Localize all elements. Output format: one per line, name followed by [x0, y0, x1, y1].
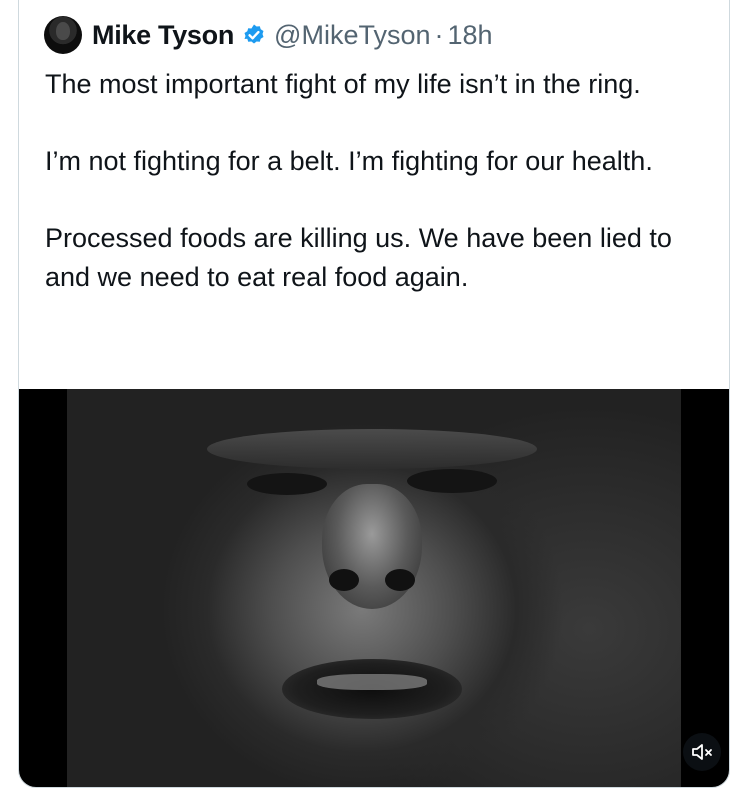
author-handle[interactable]: @MikeTyson: [274, 20, 430, 51]
face-eye-left: [247, 473, 327, 495]
face-nostril-left: [329, 569, 359, 591]
verified-badge-icon: [244, 24, 264, 44]
face-brow: [207, 429, 537, 469]
avatar[interactable]: [44, 16, 82, 54]
tweet-paragraph: I’m not fighting for a belt. I’m fightin…: [45, 146, 653, 176]
tweet-paragraph: Processed foods are killing us. We have …: [45, 223, 672, 292]
tweet-text: The most important fight of my life isn’…: [45, 65, 715, 335]
tweet-header: Mike Tyson @MikeTyson · 18h: [44, 13, 493, 57]
unmute-button[interactable]: [683, 733, 721, 771]
face-eye-right: [407, 469, 497, 493]
video-frame[interactable]: [67, 389, 681, 787]
tweet-card[interactable]: Mike Tyson @MikeTyson · 18h The most imp…: [18, 0, 730, 788]
video-player[interactable]: [19, 389, 729, 787]
post-time[interactable]: 18h: [448, 20, 493, 51]
display-name[interactable]: Mike Tyson: [92, 20, 234, 51]
separator-dot: ·: [434, 19, 444, 50]
face-nostril-right: [385, 569, 415, 591]
face-nose: [322, 484, 422, 609]
tweet-paragraph: The most important fight of my life isn’…: [45, 69, 641, 99]
face-teeth: [317, 674, 427, 690]
speaker-muted-icon: [692, 744, 712, 760]
